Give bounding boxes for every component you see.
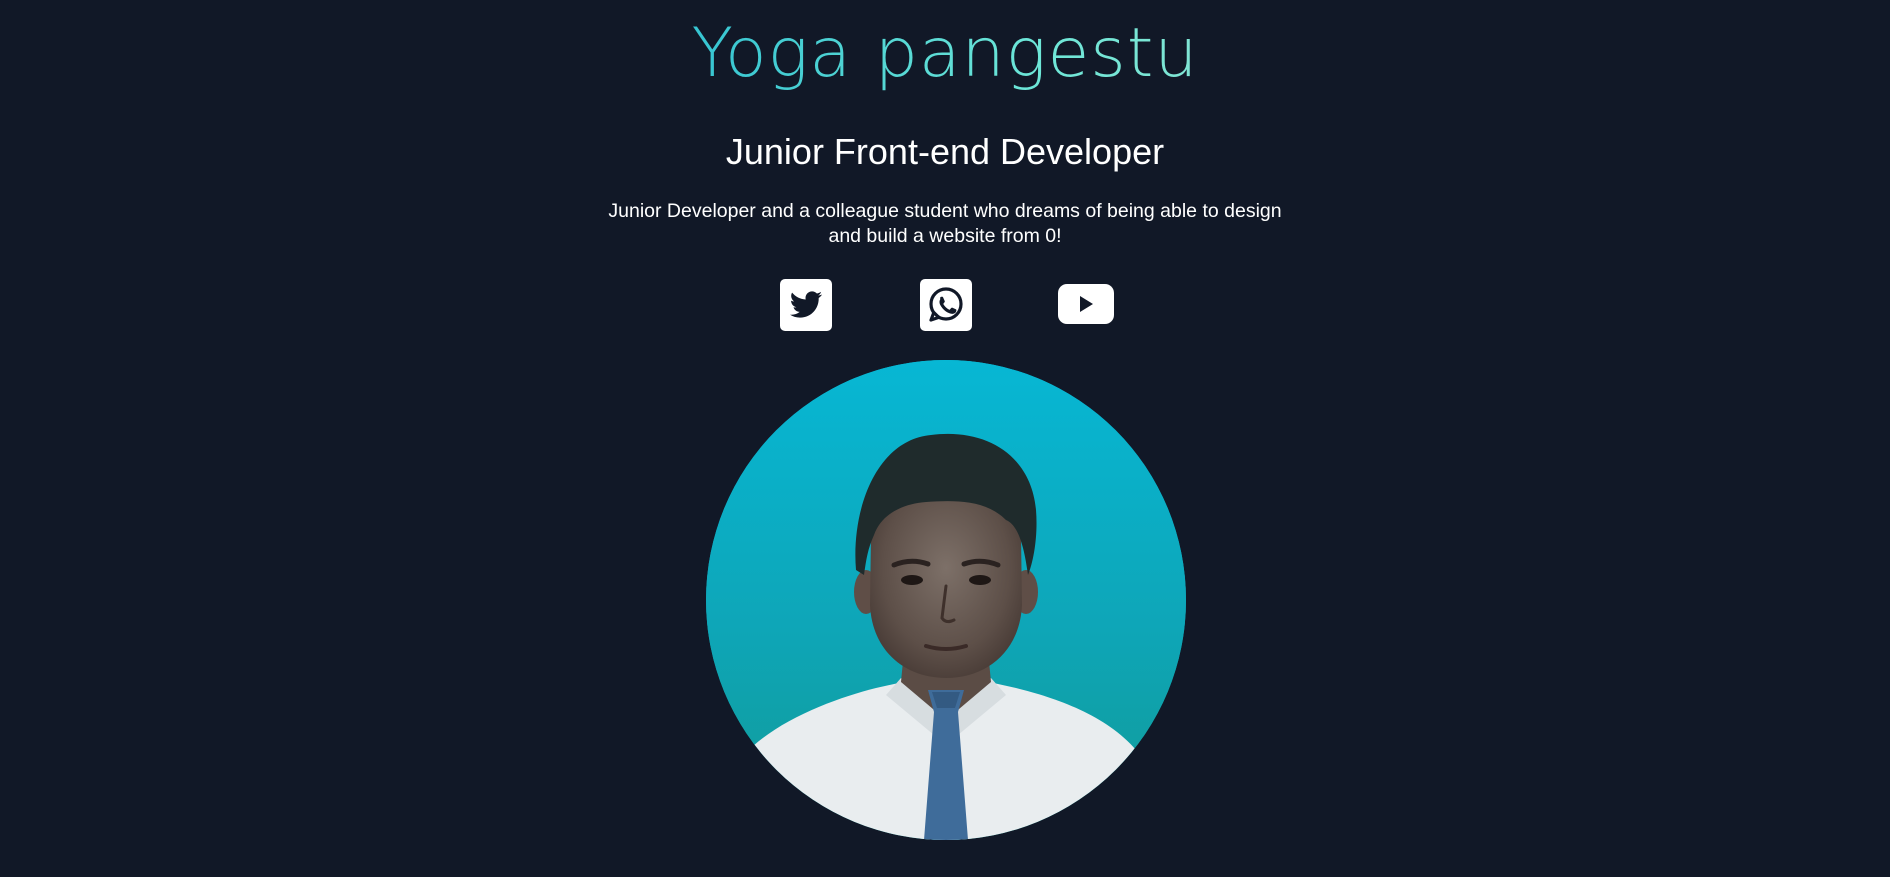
profile-name: Yoga pangestu (0, 8, 1890, 100)
profile-bio: Junior Developer and a colleague student… (608, 200, 1282, 247)
hero-section: Yoga pangestu Junior Front-end Developer… (0, 0, 1890, 877)
profile-role: Junior Front-end Developer (725, 131, 1165, 172)
youtube-link[interactable] (1057, 283, 1115, 325)
whatsapp-link[interactable] (919, 278, 973, 332)
whatsapp-icon (920, 279, 972, 331)
profile-photo (706, 360, 1186, 840)
twitter-icon (780, 279, 832, 331)
youtube-icon (1058, 284, 1114, 324)
profile-portrait-illustration (706, 360, 1186, 840)
twitter-link[interactable] (779, 278, 833, 332)
social-links (0, 278, 1890, 332)
